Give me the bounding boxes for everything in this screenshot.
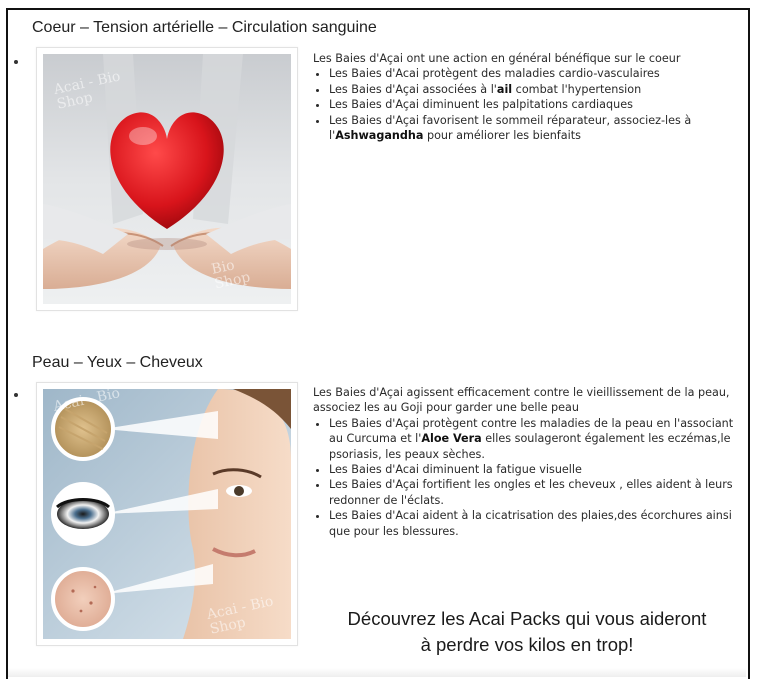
heart-in-hands-icon: Acai - Bio Shop Bio Shop	[43, 54, 291, 304]
list-item: Les Baies d'Açai protègent contre les ma…	[329, 416, 743, 462]
list-item: Les Baies d'Açai fortifient les ongles e…	[329, 477, 743, 508]
cta-line-2: à perdre vos kilos en trop!	[420, 634, 634, 655]
benefits-list: Les Baies d'Açai protègent contre les ma…	[313, 416, 743, 539]
face-hair-eye-skin-icon: Acai - Bio Acai - Bio Shop	[43, 389, 291, 639]
intro-paragraph: Les Baies d'Açai ont une action en génér…	[313, 52, 681, 65]
list-item: Les Baies d'Açai diminuent les palpitati…	[329, 97, 743, 112]
face-hair-eye-skin-image: Acai - Bio Acai - Bio Shop	[36, 382, 298, 646]
section-text-coeur: Les Baies d'Açai ont une action en génér…	[313, 51, 743, 143]
highlight-ashwagandha: Ashwagandha	[335, 129, 424, 143]
acai-packs-cta[interactable]: Découvrez les Acai Packs qui vous aidero…	[312, 606, 742, 658]
list-item: Les Baies d'Acai diminuent la fatigue vi…	[329, 462, 743, 477]
section-title-peau: Peau – Yeux – Cheveux	[32, 354, 203, 371]
bullet-dot	[14, 60, 18, 64]
benefits-list: Les Baies d'Acai protègent des maladies …	[313, 66, 743, 143]
highlight-ail: ail	[496, 82, 513, 96]
section-text-peau: Les Baies d'Açai agissent efficacement c…	[313, 385, 743, 539]
list-item: Les Baies d'Açai associées à l'ail comba…	[329, 82, 743, 97]
list-item: Les Baies d'Acai aident à la cicatrisati…	[329, 508, 743, 539]
highlight-aloe-vera: Aloe Vera	[421, 432, 482, 446]
bullet-dot	[14, 393, 18, 397]
cta-line-1: Découvrez les Acai Packs qui vous aidero…	[347, 608, 707, 629]
heart-hands-image: Acai - Bio Shop Bio Shop	[36, 47, 298, 311]
list-item: Les Baies d'Acai protègent des maladies …	[329, 66, 743, 81]
list-item: Les Baies d'Açai favorisent le sommeil r…	[329, 113, 743, 144]
section-title-coeur: Coeur – Tension artérielle – Circulation…	[32, 19, 377, 36]
bottom-divider	[8, 668, 746, 677]
intro-paragraph: Les Baies d'Açai agissent efficacement c…	[313, 386, 730, 415]
